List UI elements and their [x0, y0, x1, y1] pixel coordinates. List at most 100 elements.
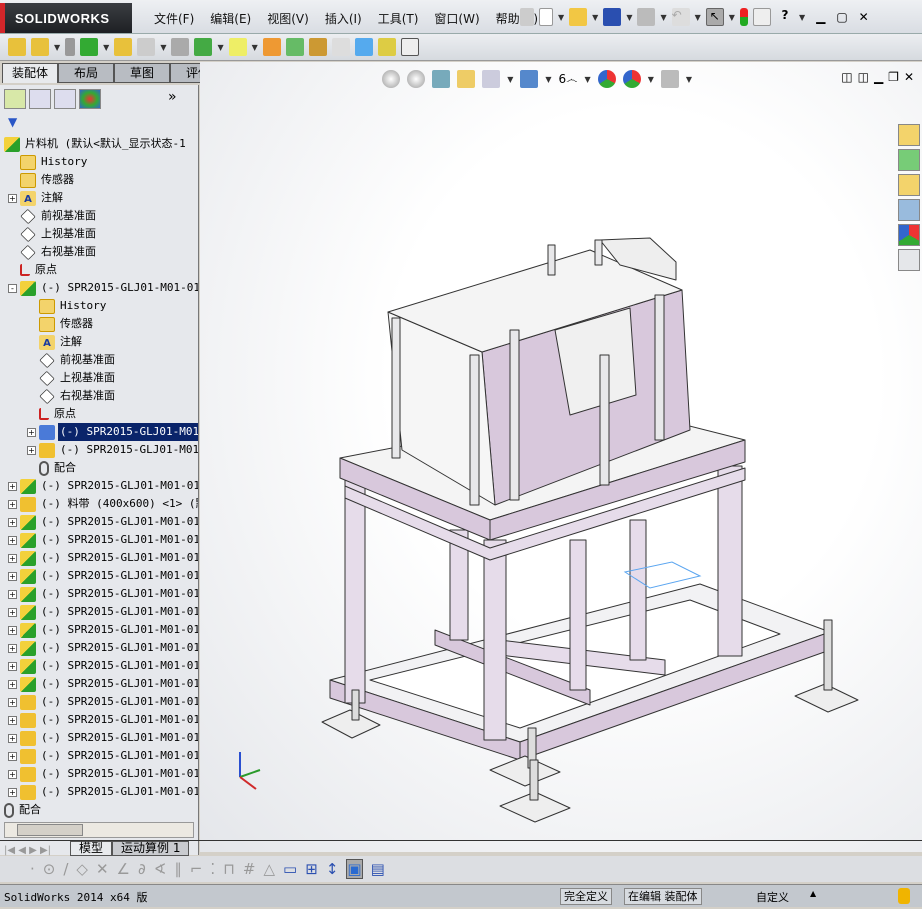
- tree-item[interactable]: + (-) SPR2015-GLJ01-M01-01-I: [8, 711, 198, 729]
- menu-insert[interactable]: 插入(I): [317, 10, 370, 27]
- undo-icon[interactable]: ↶: [671, 8, 690, 26]
- move-triad-icon[interactable]: ↕: [326, 860, 339, 878]
- tree-item[interactable]: 片料机 (默认<默认_显示状态-1: [4, 135, 188, 153]
- print-icon[interactable]: [637, 8, 656, 26]
- tree-item[interactable]: + (-) 料带 (400x600) <1> (默: [8, 495, 198, 513]
- menu-view[interactable]: 视图(V): [259, 10, 317, 27]
- property-manager-tab-icon[interactable]: [29, 89, 51, 109]
- close-icon[interactable]: ✕: [859, 10, 869, 24]
- intersection-icon[interactable]: ✕: [96, 860, 109, 878]
- insert-components-icon[interactable]: [8, 38, 26, 56]
- tree-item[interactable]: 传感器: [27, 315, 95, 333]
- instant3d-icon[interactable]: [400, 38, 419, 56]
- expand-icon[interactable]: +: [8, 679, 17, 689]
- units-arrow-icon[interactable]: ▲: [810, 889, 816, 898]
- tree-item[interactable]: 前视基准面: [27, 351, 117, 369]
- expand-icon[interactable]: +: [8, 751, 17, 761]
- menu-tools[interactable]: 工具(T): [370, 10, 427, 27]
- rectangle-icon[interactable]: ⁚: [210, 860, 215, 878]
- expand-icon[interactable]: +: [8, 535, 17, 545]
- tree-item[interactable]: + (-) SPR2015-GLJ01-M01-: [27, 441, 198, 459]
- tree-item[interactable]: + (-) SPR2015-GLJ01-M01-01-A: [8, 657, 198, 675]
- point-icon[interactable]: ·: [30, 860, 35, 878]
- expand-icon[interactable]: +: [8, 193, 17, 203]
- clearance-verification-icon[interactable]: [377, 38, 396, 56]
- circle-icon[interactable]: ⊙: [43, 860, 56, 878]
- graphics-area[interactable]: ▼ ▼ 6෴ ▼ ▼ ▼ ◫ ◫ ▁ ❐ ✕: [200, 62, 922, 852]
- minimize-icon[interactable]: ▁: [816, 10, 825, 24]
- menu-edit[interactable]: 编辑(E): [202, 10, 259, 27]
- tree-item[interactable]: + (-) SPR2015-GLJ01-M01-01-A: [8, 585, 198, 603]
- feature-manager-tab-icon[interactable]: [4, 89, 26, 109]
- expand-icon[interactable]: +: [8, 787, 17, 797]
- corner-icon[interactable]: ⌐: [190, 860, 203, 878]
- tree-item[interactable]: 原点: [27, 405, 78, 423]
- bill-of-materials-icon[interactable]: [285, 38, 304, 56]
- assembly-features-icon[interactable]: [194, 38, 213, 56]
- expand-icon[interactable]: +: [8, 625, 17, 635]
- filter-icon[interactable]: ▼: [8, 115, 17, 129]
- expand-icon[interactable]: +: [8, 589, 17, 599]
- show-hidden-icon[interactable]: [171, 38, 190, 56]
- tree-item[interactable]: + A 注解: [8, 189, 65, 207]
- linear-pattern-icon[interactable]: [80, 38, 99, 56]
- tree-item[interactable]: 原点: [8, 261, 59, 279]
- table-icon[interactable]: ⊞: [305, 860, 318, 878]
- exploded-view-icon[interactable]: [308, 38, 327, 56]
- tree-item[interactable]: 右视基准面: [27, 387, 117, 405]
- tab-sketch[interactable]: 草图: [114, 63, 170, 83]
- pin-icon[interactable]: [520, 8, 534, 26]
- tree-item[interactable]: + (-) SPR2015-GLJ01-M01-01-I: [8, 765, 198, 783]
- tangent-icon[interactable]: ∂: [138, 860, 146, 878]
- mate-icon[interactable]: [65, 38, 76, 56]
- menu-window[interactable]: 窗口(W): [426, 10, 487, 27]
- tree-item[interactable]: 传感器: [8, 171, 76, 189]
- open-icon[interactable]: [569, 8, 588, 26]
- move-component-icon[interactable]: [137, 38, 156, 56]
- tab-scroll-arrows-icon[interactable]: |◀ ◀ ▶ ▶|: [0, 845, 70, 856]
- trim-icon[interactable]: ∢: [154, 860, 167, 878]
- expand-icon[interactable]: +: [8, 661, 17, 671]
- polygon-icon[interactable]: ◇: [76, 860, 88, 878]
- new-part-icon[interactable]: [31, 38, 49, 56]
- units-selector[interactable]: 自定义: [756, 889, 789, 905]
- expand-icon[interactable]: +: [27, 445, 36, 455]
- tree-item[interactable]: 右视基准面: [8, 243, 98, 261]
- window-icon[interactable]: ▭: [283, 860, 297, 878]
- expand-icon[interactable]: +: [8, 553, 17, 563]
- tree-horizontal-scrollbar[interactable]: [4, 822, 194, 838]
- rebuild-traffic-light-icon[interactable]: [739, 8, 748, 26]
- tab-assembly[interactable]: 装配体: [2, 63, 58, 83]
- expand-icon[interactable]: +: [8, 499, 17, 509]
- reference-geometry-icon[interactable]: [228, 38, 247, 56]
- collapse-icon[interactable]: -: [8, 283, 17, 293]
- assembly-model[interactable]: [200, 62, 922, 852]
- explode-line-sketch-icon[interactable]: [331, 38, 350, 56]
- expand-icon[interactable]: +: [8, 607, 17, 617]
- expand-icon[interactable]: +: [8, 643, 17, 653]
- tree-item[interactable]: A 注解: [27, 333, 84, 351]
- options-icon[interactable]: [752, 8, 771, 26]
- expand-icon[interactable]: +: [8, 481, 17, 491]
- tree-item[interactable]: + (-) SPR2015-GLJ01-M01-: [27, 423, 198, 441]
- smart-fasteners-icon[interactable]: [114, 38, 133, 56]
- tree-item[interactable]: + (-) SPR2015-GLJ01-M01-01-A: [8, 513, 198, 531]
- dimension-icon[interactable]: ⊓: [223, 860, 235, 878]
- tab-layout[interactable]: 布局: [58, 63, 114, 83]
- tree-item[interactable]: + (-) SPR2015-GLJ01-M01-01-I: [8, 693, 198, 711]
- tree-item[interactable]: 配合: [4, 801, 43, 819]
- angle-icon[interactable]: ∠: [117, 860, 130, 878]
- save-icon[interactable]: [603, 8, 622, 26]
- tree-item[interactable]: + (-) SPR2015-GLJ01-M01-01-I: [8, 783, 198, 801]
- tree-item[interactable]: + (-) SPR2015-GLJ01-M01-01-I: [8, 747, 198, 765]
- tree-item[interactable]: History: [8, 153, 89, 171]
- configuration-manager-tab-icon[interactable]: [54, 89, 76, 109]
- display-manager-tab-icon[interactable]: [79, 89, 101, 109]
- scrollbar-thumb[interactable]: [17, 824, 83, 836]
- tree-item[interactable]: + (-) SPR2015-GLJ01-M01-01-A: [8, 477, 198, 495]
- 3d-box-icon[interactable]: ▣: [346, 859, 363, 879]
- tree-item[interactable]: + (-) SPR2015-GLJ01-M01-01-A: [8, 675, 198, 693]
- expand-icon[interactable]: +: [27, 427, 36, 437]
- interference-detection-icon[interactable]: [354, 38, 373, 56]
- line-icon[interactable]: /: [63, 860, 68, 878]
